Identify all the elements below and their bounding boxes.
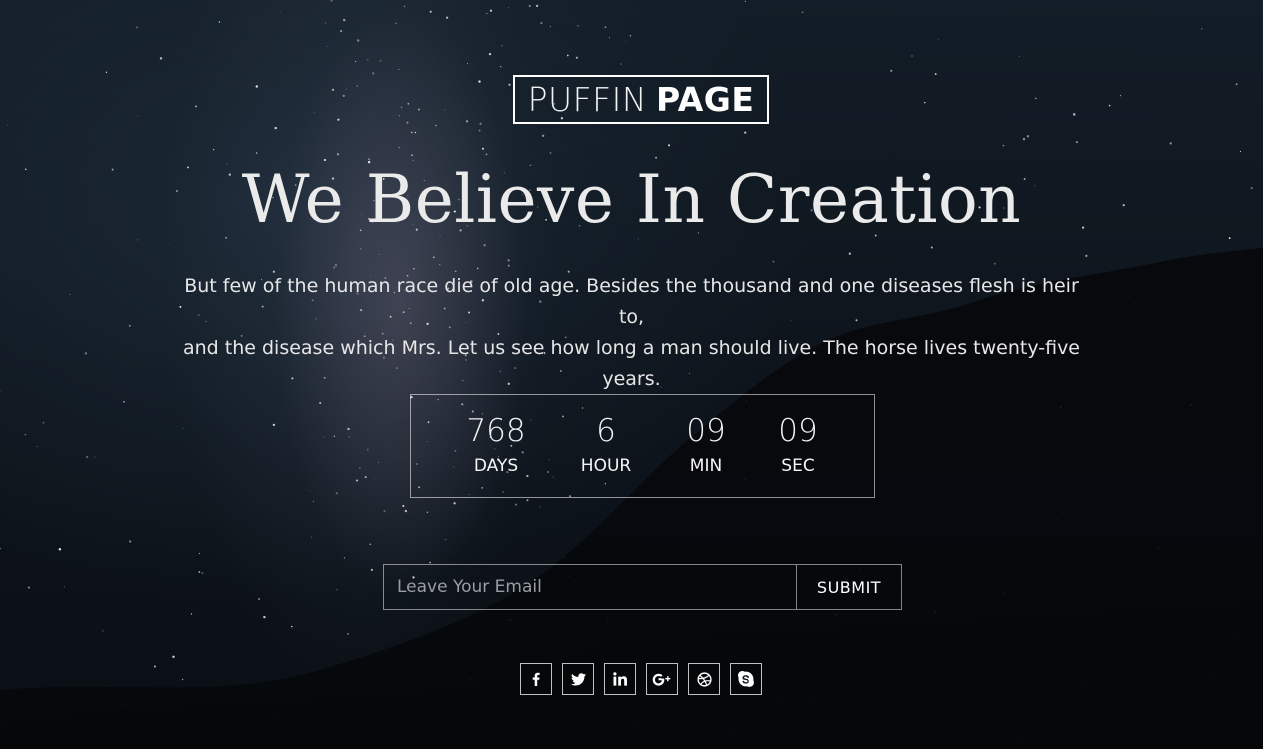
- brand-name-light: PUFFIN: [527, 80, 648, 119]
- facebook-icon: [529, 672, 543, 686]
- facebook-link[interactable]: [520, 663, 552, 695]
- google-plus-icon: [652, 672, 672, 686]
- hero-intro-line-1: But few of the human race die of old age…: [184, 275, 1079, 328]
- countdown-timer: 768 DAYS 6 HOUR 09 MIN 09 SEC: [410, 394, 875, 498]
- skype-link[interactable]: [730, 663, 762, 695]
- hero-intro-line-2: and the disease which Mrs. Let us see ho…: [182, 337, 1081, 390]
- hero-intro: But few of the human race die of old age…: [170, 271, 1093, 395]
- hero-headline: We Believe In Creation: [241, 161, 1022, 238]
- countdown-days: 768 DAYS: [456, 411, 536, 479]
- countdown-days-value: 768: [466, 413, 526, 449]
- linkedin-link[interactable]: [604, 663, 636, 695]
- countdown-hours-value: 6: [596, 413, 616, 449]
- brand-logo[interactable]: PUFFIN PAGE: [513, 75, 769, 124]
- countdown-hours: 6 HOUR: [566, 411, 646, 479]
- skype-icon: [738, 671, 754, 687]
- subscribe-form: SUBMIT: [383, 564, 902, 610]
- countdown-seconds: 09 SEC: [758, 411, 838, 479]
- landing-page: PUFFIN PAGE We Believe In Creation But f…: [0, 0, 1263, 749]
- email-input[interactable]: [384, 565, 796, 609]
- countdown-minutes: 09 MIN: [666, 411, 746, 479]
- social-links: [520, 663, 762, 696]
- countdown-seconds-value: 09: [778, 413, 818, 449]
- countdown-days-label: DAYS: [473, 456, 519, 476]
- countdown-minutes-value: 09: [686, 413, 726, 449]
- submit-button[interactable]: SUBMIT: [796, 565, 901, 609]
- countdown-seconds-label: SEC: [781, 456, 815, 476]
- twitter-link[interactable]: [562, 663, 594, 695]
- countdown-minutes-label: MIN: [689, 456, 723, 476]
- linkedin-icon: [613, 672, 627, 686]
- twitter-icon: [570, 672, 586, 686]
- dribbble-icon: [696, 671, 712, 687]
- countdown-hours-label: HOUR: [580, 456, 632, 476]
- brand-name-bold: PAGE: [656, 80, 755, 119]
- google-plus-link[interactable]: [646, 663, 678, 695]
- dribbble-link[interactable]: [688, 663, 720, 695]
